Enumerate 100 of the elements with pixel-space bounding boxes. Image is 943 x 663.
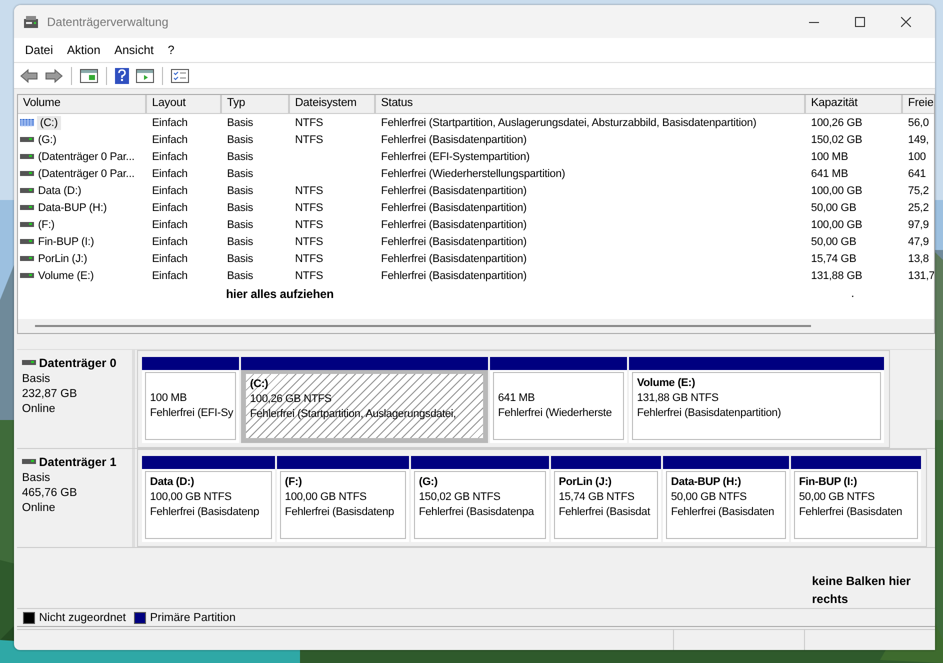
column-header[interactable]: Volume (18, 95, 147, 113)
table-cell: Einfach (152, 134, 188, 146)
drive-entry[interactable]: (Datenträger 0 Par... (37, 168, 136, 180)
partition-size: 50,00 GB NTFS (670, 490, 748, 505)
partition-status: Fehlerfrei (Startpartition, Auslagerungsdatei, (250, 407, 458, 422)
table-cell: Fehlerfrei (EFI-Systempartition) (381, 150, 530, 162)
forward-icon[interactable] (43, 68, 65, 84)
table-cell: NTFS (295, 218, 324, 230)
table-cell: 100,00 GB (811, 184, 862, 196)
partition-name: Data (D:) (150, 475, 196, 490)
table-cell: Basis (227, 116, 254, 128)
table-cell: Fehlerfrei (Basisdatenpartition) (381, 252, 527, 264)
drive-icon (20, 136, 34, 144)
table-cell: Einfach (152, 252, 188, 264)
menu-item[interactable]: ? (160, 41, 182, 59)
checklist-icon[interactable] (169, 68, 191, 84)
disk-size: 232,87 GB (22, 387, 78, 402)
table-cell: Fehlerfrei (Basisdatenpartition) (381, 134, 527, 146)
table-cell: NTFS (295, 270, 324, 282)
column-header[interactable]: Layout (147, 95, 222, 113)
table-cell: 50,00 GB (811, 236, 856, 248)
partition-status: Fehlerfrei (EFI-Sy (150, 406, 231, 421)
drive-icon (20, 170, 34, 178)
table-cell: Einfach (152, 184, 188, 196)
close-icon (901, 16, 911, 26)
table-cell: 47,9 (908, 236, 929, 248)
table-cell: Basis (227, 218, 254, 230)
table-cell: 131,7 (908, 270, 934, 282)
table-cell: NTFS (295, 236, 324, 248)
disk-status: Online (22, 501, 56, 516)
annotation-text: hier alles aufziehen (226, 287, 334, 301)
column-header[interactable]: Typ (222, 95, 290, 113)
partition-size: 641 MB (498, 391, 536, 406)
table-cell: 97,9 (908, 218, 929, 230)
drive-entry[interactable]: Fin-BUP (I:) (37, 236, 96, 248)
partition-block[interactable]: Fin-BUP (I:) 50,00 GB NTFS Fehlerfrei (Basisdaten (791, 456, 921, 542)
maximize-icon (855, 16, 865, 26)
partition-block[interactable]: Data-BUP (H:) 50,00 GB NTFS Fehlerfrei (Basisdaten (662, 456, 790, 542)
column-header[interactable]: Freie (903, 95, 934, 113)
partition-size: 150,02 GB NTFS (418, 490, 502, 505)
partition-block[interactable]: PorLin (J:) 15,74 GB NTFS Fehlerfrei (Basisdat (550, 456, 661, 542)
drive-icon (22, 359, 36, 367)
drive-entry[interactable]: Data (D:) (37, 184, 82, 196)
horizontal-scrollbar[interactable] (18, 319, 934, 333)
partition-name: Fin-BUP (I:) (799, 475, 858, 490)
drive-entry[interactable]: (Datenträger 0 Par... (37, 150, 136, 162)
drive-entry[interactable]: (F:) (37, 218, 56, 230)
table-cell: 15,74 GB (811, 252, 856, 264)
window-title: Datenträgerverwaltung (47, 14, 168, 28)
drive-icon (20, 204, 34, 212)
partition-size: 100,00 GB NTFS (150, 490, 233, 505)
panel-icon[interactable] (78, 68, 100, 84)
drive-icon (20, 186, 34, 194)
partition-status: Fehlerfrei (Basisdatenp (150, 505, 260, 520)
drive-entry[interactable]: PorLin (J:) (37, 252, 88, 264)
drive-entry[interactable]: Volume (E:) (37, 270, 95, 282)
drive-entry[interactable]: Data-BUP (H:) (37, 202, 108, 214)
table-cell: 56,0 (908, 116, 929, 128)
partition-name: (F:) (284, 475, 303, 490)
menu-item[interactable]: Ansicht (107, 41, 161, 59)
drive-icon (20, 152, 34, 160)
partition-block[interactable]: Volume (E:) 131,88 GB NTFS Fehlerfrei (Basisdatenpartition) (629, 357, 884, 443)
help-icon[interactable] (113, 66, 131, 84)
partition-size: 100,26 GB NTFS (250, 392, 333, 407)
partition-block[interactable]: 100 MB Fehlerfrei (EFI-Sy (142, 357, 239, 443)
partition-name: Data-BUP (H:) (670, 475, 742, 490)
partition-name: (G:) (418, 475, 439, 490)
drive-entry[interactable]: (C:) (37, 116, 61, 130)
column-header[interactable]: Kapazität (806, 95, 903, 113)
table-cell: Fehlerfrei (Basisdatenpartition) (381, 236, 527, 248)
column-header[interactable]: Status (376, 95, 806, 113)
disk-icon (23, 14, 39, 28)
partition-name: Volume (E:) (637, 376, 696, 391)
partition-block[interactable]: 641 MB Fehlerfrei (Wiederherste (490, 357, 627, 443)
table-cell: NTFS (295, 252, 324, 264)
drive-entry[interactable]: (G:) (37, 134, 58, 146)
partition-size: 100 MB (150, 391, 188, 406)
menu-item[interactable]: Aktion (60, 41, 108, 59)
table-cell: NTFS (295, 184, 324, 196)
back-icon[interactable] (18, 68, 40, 84)
table-cell: 13,8 (908, 252, 929, 264)
partition-status: Fehlerfrei (Basisdatenpartition) (637, 406, 782, 421)
table-cell: 75,2 (908, 184, 929, 196)
disk-status: Online (22, 402, 56, 417)
partition-block[interactable]: (C:) 100,26 GB NTFS Fehlerfrei (Startpartition, Auslagerungsdatei, (241, 357, 488, 443)
partition-block[interactable]: (F:) 100,00 GB NTFS Fehlerfrei (Basisdatenp (276, 456, 409, 542)
menu-item[interactable]: Datei (18, 41, 60, 59)
table-cell: NTFS (295, 202, 324, 214)
disk-type: Basis (22, 471, 52, 486)
partition-block[interactable]: (G:) 150,02 GB NTFS Fehlerfrei (Basisdatenpa (410, 456, 549, 542)
table-cell: Einfach (152, 270, 188, 282)
partition-block[interactable]: Data (D:) 100,00 GB NTFS Fehlerfrei (Basisdatenp (142, 456, 275, 542)
play-panel-icon[interactable] (134, 68, 156, 84)
legend-label: Primäre Partition (150, 612, 236, 624)
disk-size: 465,76 GB (22, 486, 78, 501)
table-cell: Fehlerfrei (Wiederherstellungspartition) (381, 168, 566, 180)
column-header[interactable]: Dateisystem (290, 95, 376, 113)
table-cell: Fehlerfrei (Basisdatenpartition) (381, 218, 527, 230)
striped-volume-icon (20, 118, 34, 126)
partition-status: Fehlerfrei (Basisdaten (670, 505, 776, 520)
